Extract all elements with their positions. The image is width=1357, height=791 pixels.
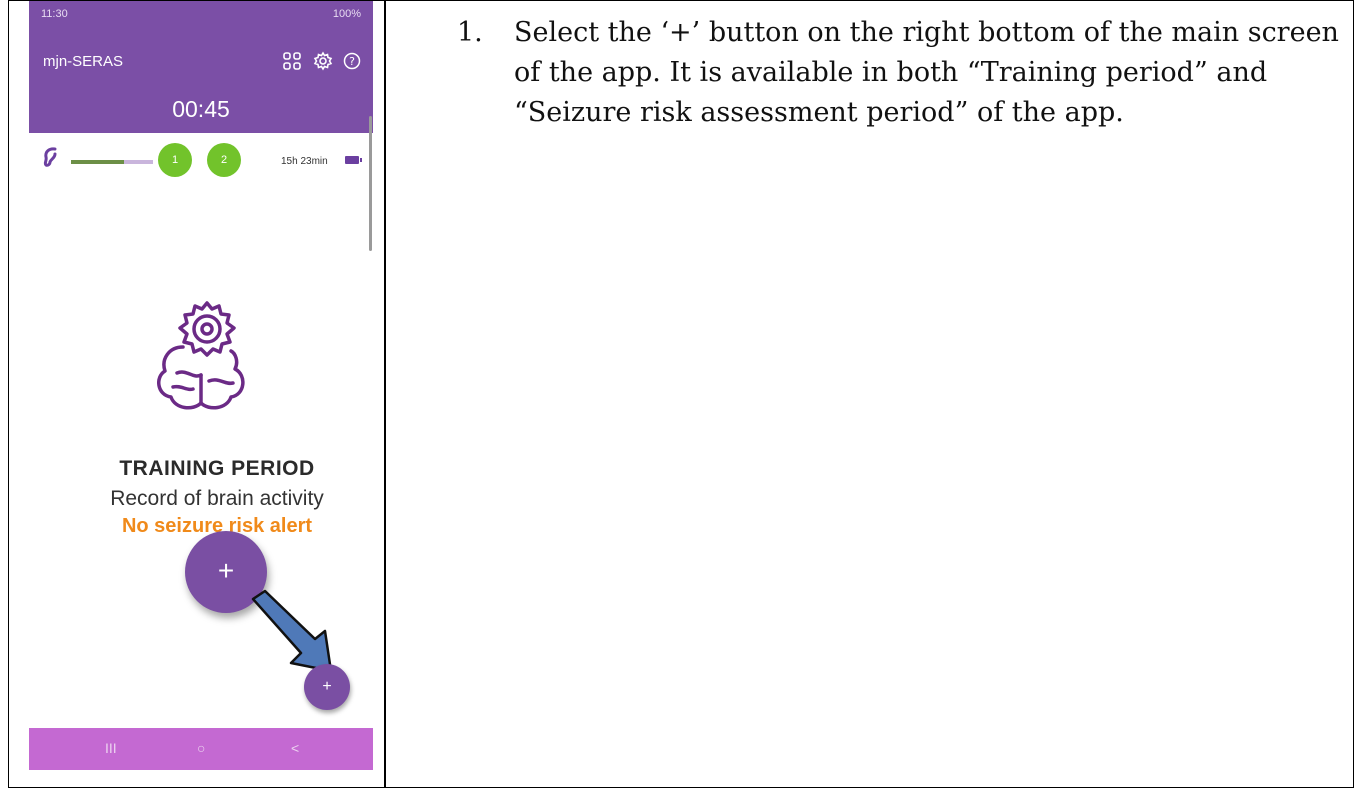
device-status-row: 1 2 15h 23min — [29, 141, 373, 185]
svg-text:?: ? — [349, 55, 355, 68]
status-bar: 11:30 100% — [29, 1, 373, 27]
channel-1-badge[interactable]: 1 — [158, 143, 192, 177]
signal-level — [71, 160, 125, 164]
back-button[interactable]: < — [291, 740, 299, 756]
status-time: 11:30 — [41, 8, 68, 20]
battery-time: 15h 23min — [281, 156, 328, 167]
app-title: mjn-SERAS — [43, 53, 124, 70]
gear-icon[interactable] — [313, 51, 333, 71]
session-timer: 00:45 — [172, 96, 230, 122]
instruction-step: 1. Select the ‘+’ button on the right bo… — [457, 13, 1357, 133]
grid-icon[interactable] — [282, 51, 302, 71]
add-button[interactable]: + — [304, 664, 350, 710]
seizure-alert-text: No seizure risk alert — [121, 515, 313, 537]
help-icon[interactable]: ? — [342, 51, 362, 71]
android-nav-bar: III ○ < — [29, 728, 373, 770]
training-period-subtitle: Record of brain activity — [110, 487, 324, 510]
home-button[interactable]: ○ — [197, 740, 205, 756]
table-cell-divider — [384, 1, 386, 787]
status-battery: 100% — [332, 8, 361, 20]
training-period-title: TRAINING PERIOD — [119, 457, 315, 480]
battery-icon — [345, 156, 359, 164]
brain-gear-icon — [157, 301, 245, 410]
step-number: 1. — [457, 17, 483, 48]
signal-bar — [71, 160, 153, 164]
channel-2-badge[interactable]: 2 — [207, 143, 241, 177]
recent-apps-button[interactable]: III — [105, 740, 117, 756]
phone-screenshot: 11:30 100% mjn-SERAS ? 00:45 1 2 15h 23m… — [29, 1, 373, 770]
battery-tip — [360, 158, 362, 162]
ear-sensor-icon — [43, 147, 57, 167]
step-text: Select the ‘+’ button on the right botto… — [514, 17, 1339, 128]
document-table: 11:30 100% mjn-SERAS ? 00:45 1 2 15h 23m… — [8, 0, 1354, 788]
app-header: 11:30 100% mjn-SERAS ? 00:45 — [29, 1, 373, 133]
pointer-arrow-icon — [251, 589, 333, 673]
scrollbar[interactable] — [369, 116, 372, 251]
